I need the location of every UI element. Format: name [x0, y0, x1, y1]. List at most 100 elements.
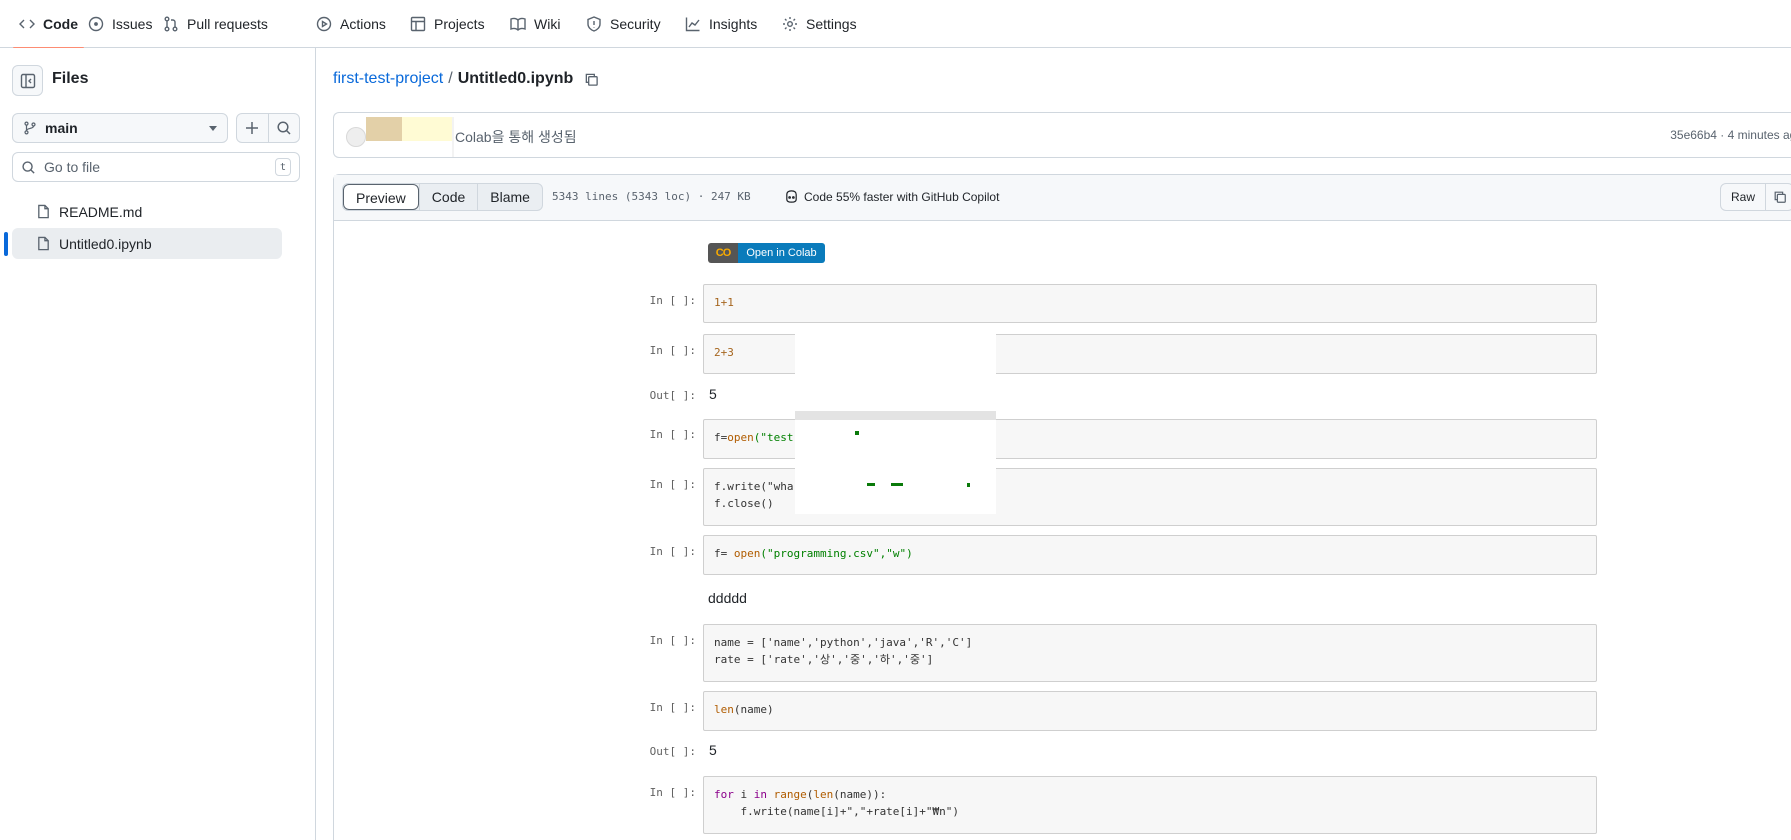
go-to-file-input[interactable] — [44, 159, 267, 175]
issue-icon — [88, 16, 104, 32]
play-icon — [316, 16, 332, 32]
selected-indicator — [4, 232, 8, 256]
code-token: (name) — [733, 703, 774, 716]
occluding-overlay — [795, 420, 996, 514]
tree-item-untitled0[interactable]: Untitled0.ipynb — [12, 228, 282, 259]
code-icon — [19, 19, 35, 29]
cell-prompt: In [ ]: — [649, 294, 696, 307]
output-prompt: Out[ ]: — [649, 745, 696, 758]
repo-nav: Code Issues Pull requests Actions Projec… — [0, 0, 1791, 49]
branch-icon — [24, 121, 36, 135]
code-token: ("test — [753, 431, 794, 444]
code-token: ("programming.csv","w") — [760, 547, 913, 560]
code-cell: name = ['name','python','java','R','C'] … — [703, 624, 1597, 682]
add-file-button[interactable] — [237, 114, 268, 142]
chevron-down-icon — [209, 125, 217, 131]
tab-code[interactable]: Code — [13, 0, 84, 49]
commit-meta[interactable]: 35e66b4 · 4 minutes ago — [1670, 128, 1791, 142]
code-line: name = ['name','python','java','R','C'] — [714, 636, 973, 649]
tab-security[interactable]: Security — [586, 0, 661, 48]
tree-item-readme[interactable]: README.md — [12, 196, 282, 227]
copy-icon[interactable] — [584, 72, 599, 87]
overlay-artifact — [967, 483, 970, 487]
redaction-edge — [452, 117, 454, 157]
redacted-username — [402, 117, 452, 141]
file-icon — [38, 236, 49, 251]
code-token: len — [813, 788, 834, 801]
plus-icon — [246, 122, 259, 134]
overlay-artifact — [855, 431, 859, 435]
table-icon — [410, 16, 426, 32]
search-files-button[interactable] — [267, 114, 299, 142]
go-to-file-field[interactable]: t — [12, 152, 300, 182]
redacted-username — [366, 117, 402, 141]
tab-code-label: Code — [43, 16, 78, 32]
output-prompt: Out[ ]: — [649, 389, 696, 402]
code-cell: len(name) — [703, 691, 1597, 731]
code-token: f= — [714, 547, 734, 560]
copilot-icon — [786, 190, 797, 203]
shortcut-hint: t — [275, 158, 291, 176]
collapse-sidebar-button[interactable] — [12, 65, 43, 96]
file-header: Preview Code Blame 5343 lines (5343 loc)… — [334, 175, 1791, 221]
tab-wiki[interactable]: Wiki — [510, 0, 560, 48]
cell-prompt: In [ ]: — [649, 344, 696, 357]
tree-actions — [236, 113, 300, 143]
markdown-cell: ddddd — [708, 590, 747, 606]
breadcrumb-separator: / — [448, 70, 453, 87]
tab-preview[interactable]: Preview — [343, 184, 419, 210]
cell-output: 5 — [709, 386, 717, 402]
tab-pull-requests[interactable]: Pull requests — [163, 0, 268, 48]
code-token: open — [733, 547, 761, 560]
tab-settings[interactable]: Settings — [782, 0, 857, 48]
code-cell: 1+1 — [703, 284, 1597, 323]
tab-projects-label: Projects — [434, 16, 485, 32]
tab-blame[interactable]: Blame — [477, 184, 542, 210]
occluding-overlay — [795, 326, 996, 411]
breadcrumb: first-test-project / Untitled0.ipynb — [333, 70, 599, 88]
code-token: for — [714, 788, 734, 801]
gear-icon — [783, 17, 797, 31]
cell-output: 5 — [709, 742, 717, 758]
code-line: 2+3 — [714, 346, 734, 359]
book-icon — [510, 17, 526, 31]
colab-logo-icon: CO — [708, 243, 738, 263]
copilot-promo[interactable]: Code 55% faster with GitHub Copilot — [784, 189, 999, 204]
tree-item-label: README.md — [59, 203, 143, 220]
code-line: rate = ['rate','상','중','하','중'] — [714, 653, 934, 666]
tab-issues-label: Issues — [112, 16, 153, 32]
raw-button[interactable]: Raw — [1721, 184, 1765, 210]
sidebar-title: Files — [52, 70, 89, 87]
cell-prompt: In [ ]: — [649, 701, 696, 714]
code-line: f.write(name[i]+","+rate[i]+"₩n") — [714, 805, 960, 818]
avatar[interactable] — [346, 127, 366, 147]
code-token: in — [753, 788, 767, 801]
open-in-colab-badge[interactable]: CO Open in Colab — [708, 243, 825, 263]
code-token: f= — [714, 431, 728, 444]
pull-request-icon — [164, 16, 178, 32]
tab-actions[interactable]: Actions — [316, 0, 386, 48]
file-info: 5343 lines (5343 loc) · 247 KB — [552, 190, 751, 203]
latest-commit-bar: Colab을 통해 생성됨 35e66b4 · 4 minutes ago — [333, 112, 1791, 158]
search-icon — [22, 160, 35, 174]
tab-settings-label: Settings — [806, 16, 857, 32]
graph-icon — [685, 17, 700, 32]
tab-wiki-label: Wiki — [534, 16, 561, 32]
tab-insights[interactable]: Insights — [685, 0, 757, 48]
copilot-promo-text: Code 55% faster with GitHub Copilot — [804, 189, 1000, 204]
copy-raw-button[interactable] — [1765, 184, 1791, 210]
branch-selector[interactable]: main — [12, 113, 228, 143]
tab-actions-label: Actions — [340, 16, 386, 32]
tab-code-view[interactable]: Code — [418, 184, 477, 210]
commit-message[interactable]: Colab을 통해 생성됨 — [455, 127, 577, 147]
tab-issues[interactable]: Issues — [88, 0, 152, 48]
copy-icon — [1774, 191, 1786, 203]
tab-pull-requests-label: Pull requests — [187, 16, 268, 32]
tab-projects[interactable]: Projects — [410, 0, 485, 48]
overlay-artifact — [891, 483, 903, 486]
code-cell: f= open("programming.csv","w") — [703, 535, 1597, 575]
breadcrumb-repo-link[interactable]: first-test-project — [333, 70, 443, 88]
code-token: range — [773, 788, 807, 801]
code-token: (name)): — [833, 788, 887, 801]
search-icon — [277, 121, 291, 135]
